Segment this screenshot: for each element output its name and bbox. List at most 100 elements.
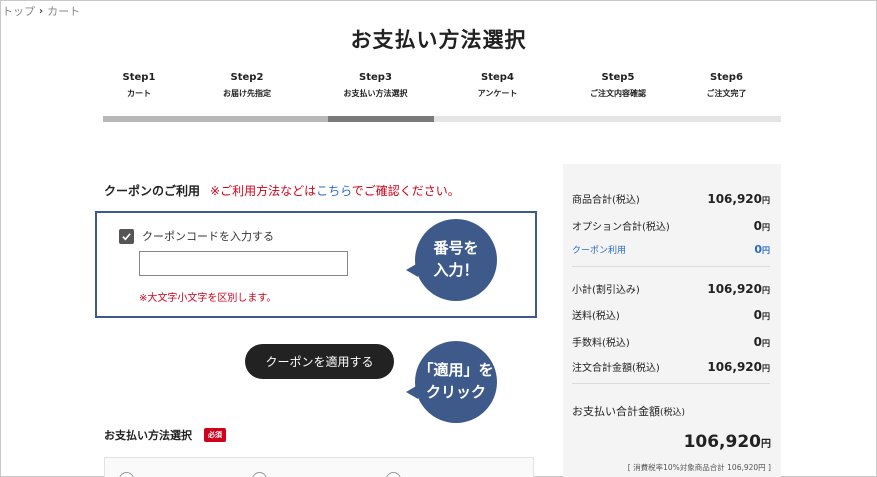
tax-rate-note: [ 消費税率10%対象商品合計 106,920円 ] [627,463,771,472]
grand-total-label-text: お支払い合計金額 [572,405,660,418]
case-sensitive-note: ※大文字小文字を区別します。 [139,293,277,304]
summary-row-shipping: 送料(税込) 0円 [572,307,770,322]
summary-label: 商品合計(税込) [572,191,640,206]
payment-radio[interactable] [386,472,401,477]
summary-value: 0円 [754,243,770,256]
yen-unit: 円 [762,223,770,232]
coupon-checkbox[interactable] [119,228,134,244]
summary-row-fee: 手数料(税込) 0円 [572,334,770,349]
coupon-usage-note: ※ご利用方法などはこちらでご確認ください。 [210,182,460,199]
step-number: Step3 [359,72,392,83]
step-number: Step2 [230,72,264,83]
yen-unit: 円 [762,312,770,321]
order-summary-panel: 商品合計(税込) 106,920円 オプション合計(税込) 0円 クーポン利用 … [563,164,781,477]
summary-amount: 106,920 [707,360,762,374]
coupon-note-suffix: でご確認ください。 [351,184,460,198]
summary-value: 0円 [754,308,770,322]
summary-row-subtotal: 小計(割引込み) 106,920円 [572,281,770,296]
payment-radio[interactable] [252,472,267,477]
coupon-section-header: クーポンのご利用 ※ご利用方法などはこちらでご確認ください。 [104,182,460,199]
callout-tail [406,385,418,399]
summary-label: 小計(割引込み) [572,281,640,296]
grand-total-value: 106,920円 [684,432,771,452]
summary-amount: 0 [753,335,762,349]
step-label: アンケート [477,89,518,98]
summary-amount: 0 [753,219,762,233]
yen-unit: 円 [761,439,771,450]
summary-label: オプション合計(税込) [572,218,670,233]
summary-value: 0円 [754,219,770,233]
coupon-help-link[interactable]: こちら [316,184,352,198]
step-label: カート [127,89,151,98]
step-5: Step5 ご注文内容確認 [564,72,672,99]
summary-tax-note: (税込) [592,311,620,322]
breadcrumb: トップ › カート [2,3,80,19]
summary-amount: 106,920 [707,192,762,206]
payment-section-header: お支払い方法選択 必須 [104,427,226,443]
grand-total-amount: 106,920 [683,432,761,452]
summary-tax-note: (税込) [632,363,660,374]
summary-row-order-total: 注文合計金額(税込) 106,920円 [572,359,770,374]
summary-divider [572,266,770,267]
step-label: ご注文完了 [706,89,747,98]
summary-amount: 106,920 [707,282,762,296]
required-badge: 必須 [204,428,226,442]
coupon-note-prefix: ※ご利用方法などは [210,184,317,198]
summary-row-options: オプション合計(税込) 0円 [572,218,770,233]
progress-current [328,116,434,122]
coupon-checkbox-label: クーポンコードを入力する [142,230,274,243]
summary-label-text: クーポン利用 [572,246,627,256]
page-title: お支払い方法選択 [350,28,527,52]
summary-divider [572,383,770,384]
summary-label-text: 手数料 [572,338,602,349]
summary-tax-note: (税込) [642,222,670,233]
summary-amount: 0 [754,243,762,256]
summary-amount: 0 [753,308,762,322]
summary-label: 送料(税込) [572,307,620,322]
summary-row-coupon: クーポン利用 0円 [572,243,770,256]
step-indicator: Step1 カート Step2 お届け先指定 Step3 お支払い方法選択 St… [104,72,781,99]
step-label: お届け先指定 [223,89,271,98]
yen-unit: 円 [762,246,770,255]
payment-radio[interactable] [119,472,134,477]
apply-coupon-button[interactable]: クーポンを適用する [245,344,394,379]
step-number: Step4 [481,72,514,83]
breadcrumb-home-link[interactable]: トップ [2,3,35,19]
summary-label-text: 注文合計金額 [572,363,632,374]
summary-row-subtotal-products: 商品合計(税込) 106,920円 [572,191,770,206]
step-1: Step1 カート [104,72,174,99]
step-label: ご注文内容確認 [590,89,646,98]
chevron-right-icon: › [39,5,44,17]
step-2: Step2 お届け先指定 [174,72,320,99]
step-progress-bar [103,116,781,122]
step-4: Step4 アンケート [431,72,564,99]
summary-label-text: 商品合計 [572,195,612,206]
callout-click-apply-text: 「適用」を クリック [418,361,494,401]
payment-section-title: お支払い方法選択 [104,429,192,442]
coupon-code-input[interactable] [139,251,348,276]
coupon-checkbox-row[interactable]: クーポンコードを入力する [119,228,274,244]
yen-unit: 円 [762,339,770,348]
grand-total-label: お支払い合計金額(税込) [572,403,685,419]
callout-enter-number-text: 番号を 入力！ [433,239,479,279]
summary-label-text: オプション合計 [572,222,642,233]
summary-value: 0円 [754,335,770,349]
summary-label-text: 小計 [572,285,592,296]
step-number: Step5 [601,72,635,83]
summary-label: クーポン利用 [572,243,626,256]
breadcrumb-current: カート [47,5,81,18]
grand-total-tax-note: (税込) [660,408,686,418]
summary-tax-note: (割引込み) [592,285,640,296]
coupon-section-title: クーポンのご利用 [104,184,201,198]
summary-label: 注文合計金額(税込) [572,359,660,374]
yen-unit: 円 [762,286,770,295]
step-6: Step6 ご注文完了 [672,72,781,99]
callout-tail [406,263,418,277]
payment-options-panel [104,457,534,477]
summary-tax-note: (税込) [612,195,640,206]
step-number: Step6 [710,72,743,83]
yen-unit: 円 [762,196,770,205]
callout-enter-number: 番号を 入力！ [406,219,497,301]
step-label: お支払い方法選択 [343,89,408,98]
summary-value: 106,920円 [707,282,770,296]
